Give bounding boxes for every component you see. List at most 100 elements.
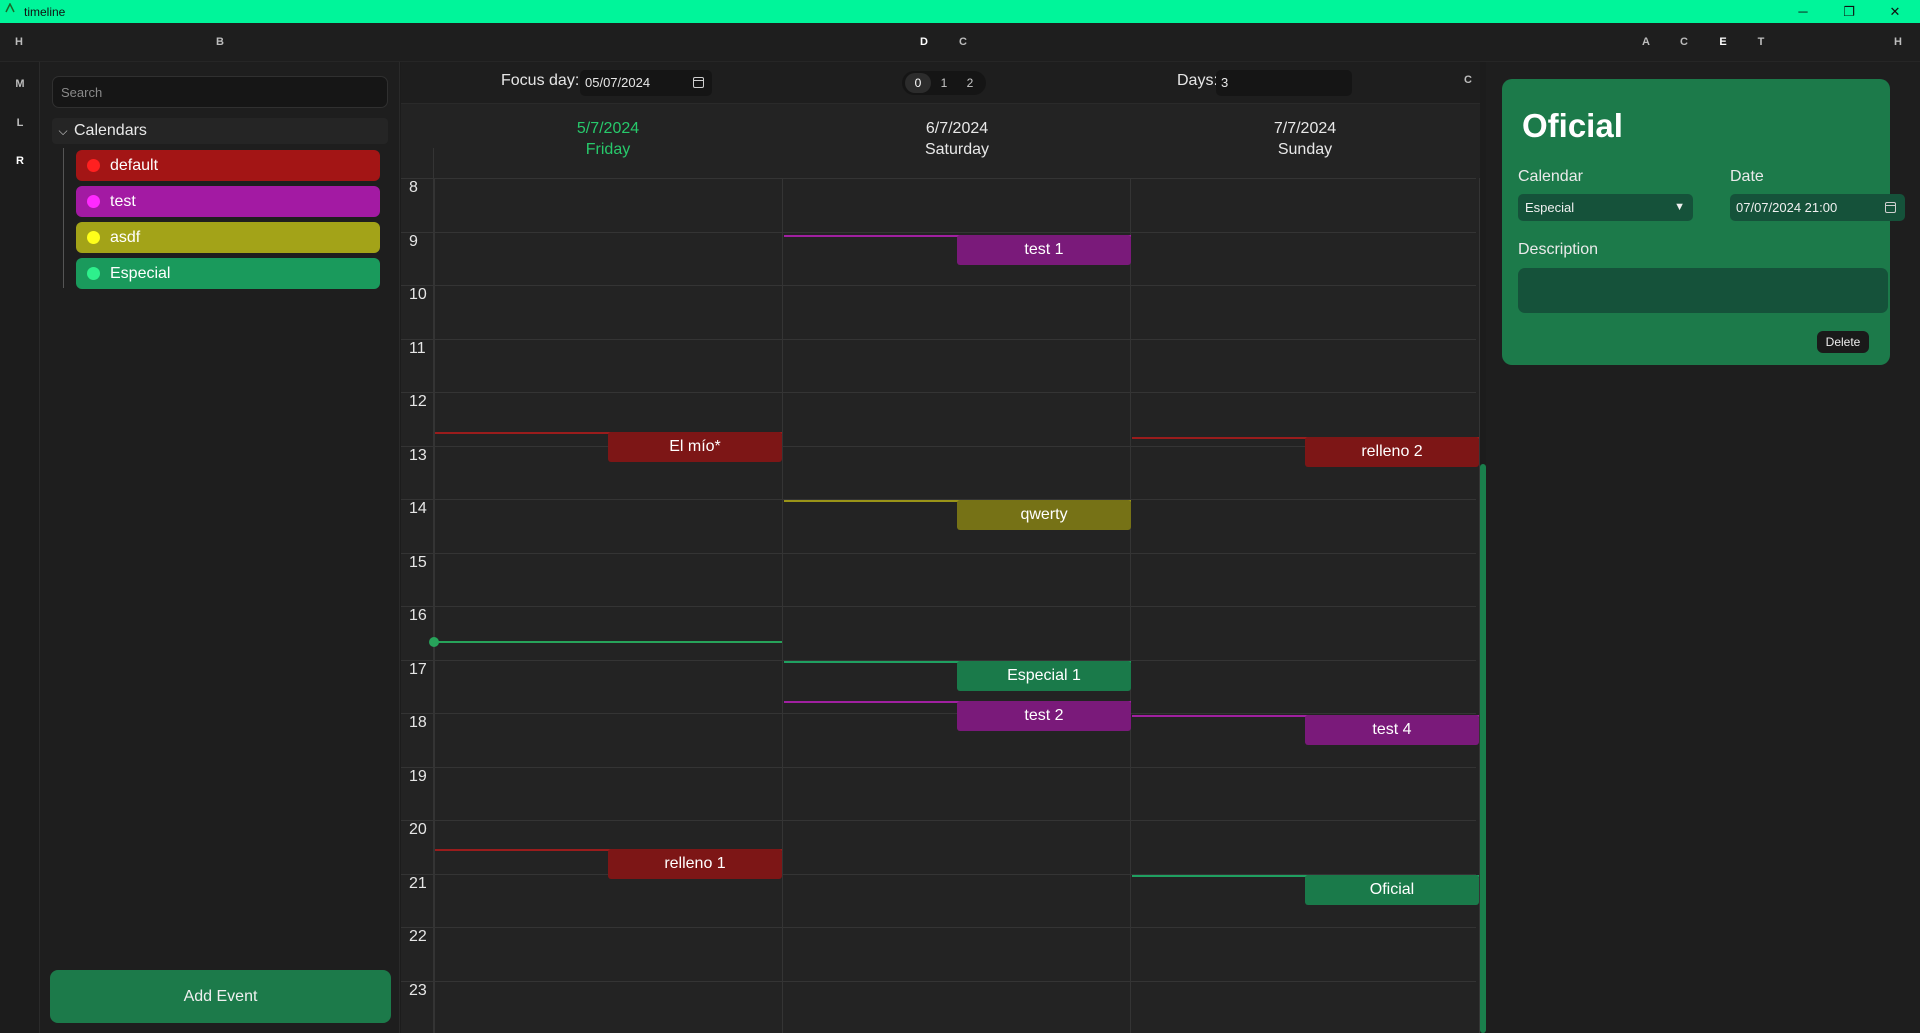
calendar-item-label: asdf <box>110 228 141 246</box>
segment-1[interactable]: 1 <box>931 73 957 93</box>
description-input[interactable] <box>1518 268 1888 313</box>
hour-row <box>401 552 1476 607</box>
focus-day-label: Focus day: <box>501 72 580 89</box>
calendar-select-value: Especial <box>1525 200 1575 215</box>
toolbar-button-b[interactable]: B <box>210 23 230 62</box>
search-input[interactable] <box>52 76 388 108</box>
day-header-date: 5/7/2024 <box>576 120 640 137</box>
hour-label: 12 <box>409 393 427 410</box>
days-value: 3 <box>1221 75 1229 90</box>
days-label: Days: <box>1177 72 1218 89</box>
hour-label: 22 <box>409 928 427 945</box>
calendars-label: Calendars <box>74 122 147 139</box>
calendar-select[interactable]: Especial ▼ <box>1518 194 1693 221</box>
day-header-weekday: Saturday <box>924 141 990 158</box>
day-header[interactable]: 5/7/2024 Friday <box>434 118 782 160</box>
hour-row <box>401 499 1476 553</box>
current-time-line <box>434 640 782 643</box>
toolbar-button-e[interactable]: E <box>1713 23 1733 62</box>
delete-button[interactable]: Delete <box>1817 331 1869 353</box>
calendar-event[interactable]: test 1 <box>957 235 1131 266</box>
calendar-event[interactable]: test 4 <box>1305 714 1479 745</box>
focus-day-input[interactable]: 05/07/2024 <box>580 70 712 96</box>
calendar-picker-icon[interactable] <box>1885 202 1896 213</box>
hour-label: 11 <box>409 339 426 357</box>
toolbar-button-h-left[interactable]: H <box>9 23 29 62</box>
tree-guide-line <box>63 148 64 288</box>
calendar-c-button[interactable]: C <box>1464 74 1472 86</box>
hour-label: 8 <box>409 179 418 196</box>
time-grid[interactable]: 8 9 10 11 12 13 14 15 16 17 18 19 20 21 22 23 test 1 El m… <box>401 148 1480 1033</box>
day-column-divider <box>1130 178 1131 1033</box>
day-header-date: 7/7/2024 <box>1273 120 1337 137</box>
day-header-weekday: Friday <box>585 141 631 158</box>
hour-row <box>401 338 1476 393</box>
calendar-item[interactable]: default <box>76 150 380 181</box>
day-header[interactable]: 7/7/2024 Sunday <box>1131 118 1479 160</box>
segment-0[interactable]: 0 <box>905 73 931 93</box>
hour-label: 14 <box>409 500 427 517</box>
calendar-event[interactable]: El mío* <box>608 432 782 463</box>
event-date-input[interactable]: 07/07/2024 21:00 <box>1730 194 1905 221</box>
calendar-event[interactable]: qwerty <box>957 500 1131 531</box>
hour-label: 16 <box>409 607 427 624</box>
calendar-item[interactable]: asdf <box>76 222 380 253</box>
toolbar-button-a[interactable]: A <box>1636 23 1656 62</box>
maximize-button[interactable]: ❐ <box>1826 0 1872 23</box>
rail-button-l[interactable]: L <box>0 117 40 129</box>
calendar-view: Focus day: 05/07/2024 0 1 2 Days: 3 C 5/… <box>401 62 1486 1033</box>
calendar-event[interactable]: Oficial <box>1305 875 1479 906</box>
title-bar: timeline ─ ❐ ✕ <box>0 0 1920 23</box>
chevron-down-icon: ⌵ <box>58 123 68 138</box>
days-input[interactable]: 3 <box>1216 70 1352 96</box>
calendar-item-label: test <box>110 192 136 210</box>
maximize-icon: ❐ <box>1843 3 1855 19</box>
calendar-item-label: Especial <box>110 264 171 282</box>
left-rail: M L R <box>0 62 40 1033</box>
date-field-label: Date <box>1730 168 1764 185</box>
hour-row <box>401 231 1476 286</box>
hour-row <box>401 178 1476 232</box>
calendar-item[interactable]: test <box>76 186 380 217</box>
event-title[interactable]: Oficial <box>1522 107 1623 145</box>
hour-label: 21 <box>409 874 427 892</box>
rail-button-m[interactable]: M <box>0 78 40 90</box>
rail-button-r[interactable]: R <box>0 155 40 167</box>
minimize-button[interactable]: ─ <box>1780 0 1826 23</box>
calendar-event[interactable]: relleno 1 <box>608 849 782 880</box>
window-title: timeline <box>24 5 66 19</box>
hour-label: 20 <box>409 821 427 838</box>
calendars-group-header[interactable]: ⌵ Calendars <box>52 118 388 144</box>
toolbar-button-h-right[interactable]: H <box>1888 23 1908 62</box>
segment-2[interactable]: 2 <box>957 73 983 93</box>
description-label: Description <box>1518 241 1599 258</box>
calendar-item-label: default <box>110 156 159 174</box>
calendar-color-dot <box>87 267 100 280</box>
event-detail-card: Oficial Calendar Especial ▼ Date 07/07/2… <box>1502 79 1905 365</box>
hour-label: 17 <box>409 660 427 678</box>
hour-row <box>401 659 1476 714</box>
toolbar-button-t[interactable]: T <box>1751 23 1771 62</box>
calendar-picker-icon[interactable] <box>693 77 704 88</box>
toolbar-button-c[interactable]: C <box>953 23 973 62</box>
calendar-event[interactable]: test 2 <box>957 701 1131 732</box>
minimize-icon: ─ <box>1798 4 1808 19</box>
calendar-controls: Focus day: 05/07/2024 0 1 2 Days: 3 C <box>401 62 1486 104</box>
close-button[interactable]: ✕ <box>1872 0 1918 23</box>
app-icon <box>5 3 15 13</box>
toolbar-button-c2[interactable]: C <box>1674 23 1694 62</box>
add-event-button[interactable]: Add Event <box>50 970 391 1023</box>
calendar-field-label: Calendar <box>1518 168 1583 185</box>
hour-row <box>401 606 1476 660</box>
calendar-color-dot <box>87 195 100 208</box>
focus-day-value: 05/07/2024 <box>585 75 651 90</box>
toolbar-button-d[interactable]: D <box>914 23 934 62</box>
calendar-item[interactable]: Especial <box>76 258 380 289</box>
day-header[interactable]: 6/7/2024 Saturday <box>783 118 1131 160</box>
hour-row <box>401 980 1476 1033</box>
close-icon: ✕ <box>1889 3 1901 19</box>
calendar-event[interactable]: relleno 2 <box>1305 437 1479 468</box>
current-time-dot <box>429 636 439 647</box>
calendar-event[interactable]: Especial 1 <box>957 661 1131 692</box>
calendar-color-dot <box>87 231 100 244</box>
